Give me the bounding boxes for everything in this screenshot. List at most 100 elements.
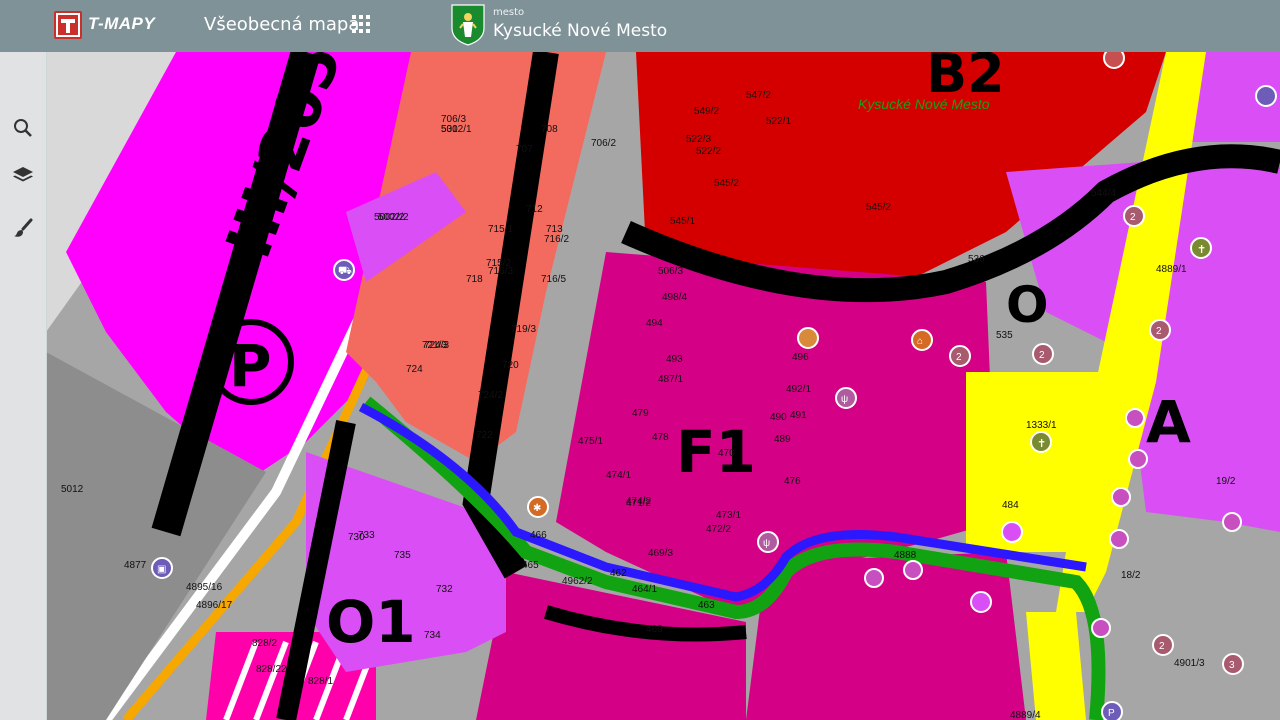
parcel-label: 496: [792, 352, 809, 363]
cluster-2-icon[interactable]: 2: [1123, 205, 1145, 227]
tmapy-logo-icon[interactable]: [54, 11, 82, 39]
parcel-label: 718: [466, 274, 483, 285]
parcel-label: 471/2: [626, 498, 651, 509]
cluster-2-icon-e[interactable]: 2: [1152, 634, 1174, 656]
sport-icon[interactable]: [1103, 52, 1125, 69]
restaurant-icon[interactable]: ψ: [835, 387, 857, 409]
svg-text:ψ: ψ: [841, 394, 848, 405]
parcel-label: 473/1: [716, 510, 741, 521]
svg-text:P: P: [1108, 708, 1115, 719]
parcel-label: 719/3: [511, 324, 536, 335]
shop-icon-7[interactable]: [864, 568, 884, 588]
map-type-title[interactable]: Všeobecná mapa: [204, 14, 359, 35]
city-crest-icon: [451, 4, 485, 46]
parcel-label: 498/4: [662, 292, 687, 303]
parcel-label: 706/2: [591, 138, 616, 149]
restaurant-icon-2[interactable]: ψ: [757, 531, 779, 553]
parcel-label: 19/2: [1216, 476, 1236, 487]
parcel-label: 4877: [124, 560, 147, 571]
svg-text:✝: ✝: [1037, 438, 1046, 450]
parking-icon[interactable]: P: [1101, 701, 1123, 720]
parcel-label: 469: [646, 624, 663, 635]
parcel-label: 531: [441, 124, 458, 135]
top-bar: T-MAPY Všeobecná mapa mesto Kysucké Nové…: [0, 0, 1280, 52]
zone-label-o: O: [1006, 276, 1049, 334]
svg-text:✱: ✱: [533, 503, 541, 514]
parcel-label: 490: [770, 412, 787, 423]
cluster-2-icon-d[interactable]: 2: [1149, 319, 1171, 341]
parcel-label: 4895/16: [186, 582, 223, 593]
parcel-label: 4888: [894, 550, 917, 561]
apps-grid-icon[interactable]: [352, 15, 374, 37]
map-canvas[interactable]: III/2055 P F1 O1 B2 O A Kysucké Nové Mes…: [46, 52, 1280, 720]
parcel-label: 547/2: [746, 90, 771, 101]
parcel-label: 475/1: [578, 436, 603, 447]
circle-marker-icon-2[interactable]: [970, 591, 992, 613]
town-label: Kysucké Nové Mesto: [858, 96, 990, 112]
shop-icon-8[interactable]: [903, 560, 923, 580]
shop-icon-2[interactable]: [1125, 408, 1145, 428]
svg-text:2: 2: [1039, 350, 1045, 361]
city-name[interactable]: Kysucké Nové Mesto: [493, 21, 667, 41]
parcel-label: 715/2: [486, 258, 511, 269]
bus-stop-icon[interactable]: ▣: [151, 557, 173, 579]
parcel-label: 489: [774, 434, 791, 445]
parcel-label: 735: [394, 550, 411, 561]
parcel-label: 487/1: [658, 374, 683, 385]
parcel-label: 716/2: [544, 234, 569, 245]
layers-icon[interactable]: [8, 160, 38, 190]
parcel-label: 466: [530, 530, 547, 541]
accommodation-icon[interactable]: ✱: [527, 496, 549, 518]
church-icon[interactable]: ✝: [1190, 237, 1212, 259]
shop-icon-9[interactable]: [1091, 618, 1111, 638]
shop-icon-3[interactable]: [1128, 449, 1148, 469]
shop-icon-6[interactable]: [1222, 512, 1242, 532]
cluster-2-icon-b[interactable]: 2: [949, 345, 971, 367]
logo-text[interactable]: T-MAPY: [88, 14, 155, 34]
parcel-label: 4901/3: [1174, 658, 1205, 669]
parcel-label: 463: [698, 600, 715, 611]
parcel-label: 469/3: [648, 548, 673, 559]
point-icon[interactable]: [797, 327, 819, 349]
parcel-label: 545/2: [714, 178, 739, 189]
parcel-label: 464/1: [632, 584, 657, 595]
svg-text:2: 2: [1159, 641, 1165, 652]
parcel-label: 722: [476, 430, 493, 441]
parcel-label: 828/1: [308, 676, 333, 687]
parcel-label: 1333/1: [1026, 420, 1057, 431]
parcel-label: 18/2: [1121, 570, 1141, 581]
brush-icon[interactable]: [8, 213, 38, 243]
svg-text:2: 2: [956, 352, 962, 363]
parcel-label: 4896/17: [196, 600, 233, 611]
cluster-3-icon[interactable]: 3: [1222, 653, 1244, 675]
parcel-label: 506/3: [658, 266, 683, 277]
cluster-2-icon-c[interactable]: 2: [1032, 343, 1054, 365]
shop-icon-4[interactable]: [1111, 487, 1131, 507]
info-icon[interactable]: [1255, 85, 1277, 107]
city-type-label: mesto: [493, 7, 525, 18]
parcel-label: 828/22: [256, 664, 287, 675]
svg-text:P: P: [229, 332, 272, 400]
parcel-label: 708: [541, 124, 558, 135]
circle-marker-icon[interactable]: [1001, 521, 1023, 543]
search-icon[interactable]: [8, 113, 38, 143]
parcel-label: 478: [652, 432, 669, 443]
parcel-label: 724/2: [478, 390, 503, 401]
parcel-label: 465: [522, 560, 539, 571]
shop-icon[interactable]: ⛟: [333, 259, 355, 281]
parcel-label: 5012: [61, 484, 84, 495]
museum-icon[interactable]: ⌂: [911, 329, 933, 351]
parcel-label: 5002/2: [378, 212, 409, 223]
parcel-label: 544/4: [1091, 188, 1116, 199]
church-icon-2[interactable]: ✝: [1030, 431, 1052, 453]
shop-icon-5[interactable]: [1109, 529, 1129, 549]
parcel-label: 549/2: [694, 106, 719, 117]
parcel-label: 470: [718, 448, 735, 459]
map-svg[interactable]: III/2055 P F1 O1 B2 O A Kysucké Nové Mes…: [46, 52, 1280, 720]
parcel-label: 474/1: [606, 470, 631, 481]
svg-text:3: 3: [1229, 660, 1235, 671]
parcel-label: 734: [424, 630, 441, 641]
parcel-label: 493: [666, 354, 683, 365]
parcel-label: 462: [610, 568, 627, 579]
parcel-label: 828/2: [252, 638, 277, 649]
